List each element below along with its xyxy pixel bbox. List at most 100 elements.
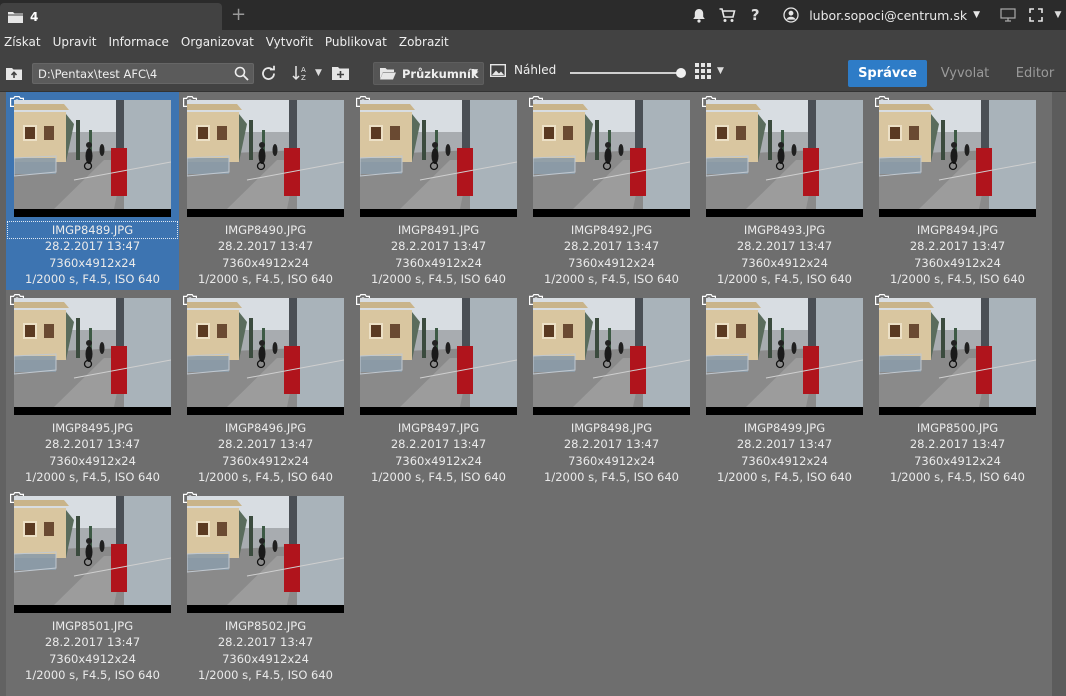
file-name: IMGP8500.JPG xyxy=(916,421,999,435)
user-icon[interactable] xyxy=(777,0,805,30)
thumbnail-item[interactable]: IMGP8500.JPG 28.2.2017 13:47 7360x4912x2… xyxy=(871,290,1044,488)
thumbnail-item[interactable]: IMGP8497.JPG 28.2.2017 13:47 7360x4912x2… xyxy=(352,290,525,488)
help-icon[interactable]: ? xyxy=(741,0,769,30)
thumbnail-image[interactable] xyxy=(533,100,690,217)
path-field[interactable]: D:\Pentax\test AFC\4 xyxy=(32,63,254,84)
file-name: IMGP8498.JPG xyxy=(570,421,653,435)
thumbnail-info: IMGP8493.JPG 28.2.2017 13:47 7360x4912x2… xyxy=(698,222,871,287)
image-dimensions: 7360x4912x24 xyxy=(914,453,1001,468)
grid-layout-button[interactable]: ▼ xyxy=(695,63,724,79)
exif-info: 1/2000 s, F4.5, ISO 640 xyxy=(717,271,852,286)
preview-toggle[interactable]: Náhled xyxy=(490,63,556,77)
tab-folder-4[interactable]: 4 xyxy=(0,3,222,30)
thumbnail-image[interactable] xyxy=(187,298,344,415)
menu-zobrazit[interactable]: Zobrazit xyxy=(399,35,449,49)
image-dimensions: 7360x4912x24 xyxy=(49,453,136,468)
bell-icon[interactable] xyxy=(685,0,713,30)
thumbnail-image[interactable] xyxy=(533,298,690,415)
svg-text:A: A xyxy=(301,66,306,74)
sort-button[interactable]: AZ ▼ xyxy=(290,54,324,92)
thumbnail-item[interactable]: IMGP8489.JPG 28.2.2017 13:47 7360x4912x2… xyxy=(6,92,179,290)
thumbnail-image[interactable] xyxy=(706,298,863,415)
menu-publikovat[interactable]: Publikovat xyxy=(325,35,387,49)
thumbnail-image[interactable] xyxy=(360,100,517,217)
thumbnail-item[interactable]: IMGP8492.JPG 28.2.2017 13:47 7360x4912x2… xyxy=(525,92,698,290)
image-icon xyxy=(490,63,506,77)
exif-info: 1/2000 s, F4.5, ISO 640 xyxy=(25,469,160,484)
image-dimensions: 7360x4912x24 xyxy=(741,453,828,468)
thumbnail-item[interactable]: IMGP8502.JPG 28.2.2017 13:47 7360x4912x2… xyxy=(179,488,352,686)
thumbnail-item[interactable]: IMGP8501.JPG 28.2.2017 13:47 7360x4912x2… xyxy=(6,488,179,686)
tab-label: 4 xyxy=(30,9,39,24)
mode-editor-button[interactable]: Editor xyxy=(1004,60,1066,87)
thumbnail-image[interactable] xyxy=(14,298,171,415)
thumbnail-item[interactable]: IMGP8494.JPG 28.2.2017 13:47 7360x4912x2… xyxy=(871,92,1044,290)
grid-icon xyxy=(695,63,711,79)
svg-text:Z: Z xyxy=(301,74,306,81)
menu-upravit[interactable]: Upravit xyxy=(53,35,97,49)
thumbnail-zoom-slider[interactable] xyxy=(570,68,686,78)
thumbnail-image[interactable] xyxy=(879,298,1036,415)
exif-info: 1/2000 s, F4.5, ISO 640 xyxy=(198,469,333,484)
zoom-slider-handle[interactable] xyxy=(675,68,686,78)
thumbnail-item[interactable]: IMGP8495.JPG 28.2.2017 13:47 7360x4912x2… xyxy=(6,290,179,488)
thumbnail-info: IMGP8492.JPG 28.2.2017 13:47 7360x4912x2… xyxy=(525,222,698,287)
thumbnail-image[interactable] xyxy=(187,100,344,217)
file-name: IMGP8493.JPG xyxy=(743,223,826,237)
menu-informace[interactable]: Informace xyxy=(108,35,168,49)
thumbnail-info: IMGP8494.JPG 28.2.2017 13:47 7360x4912x2… xyxy=(871,222,1044,287)
file-date: 28.2.2017 13:47 xyxy=(909,239,1006,254)
file-date: 28.2.2017 13:47 xyxy=(390,437,487,452)
thumbnail-image[interactable] xyxy=(187,496,344,613)
mode-manager-button[interactable]: Správce xyxy=(848,60,927,87)
thumbnail-image[interactable] xyxy=(879,100,1036,217)
thumbnail-image[interactable] xyxy=(14,496,171,613)
search-icon[interactable] xyxy=(234,66,249,81)
fullscreen-icon[interactable] xyxy=(1022,0,1050,30)
thumbnail-item[interactable]: IMGP8491.JPG 28.2.2017 13:47 7360x4912x2… xyxy=(352,92,525,290)
exif-info: 1/2000 s, F4.5, ISO 640 xyxy=(544,271,679,286)
fullscreen-chevron-icon[interactable]: ▼ xyxy=(1050,0,1066,30)
file-name: IMGP8497.JPG xyxy=(397,421,480,435)
file-name: IMGP8501.JPG xyxy=(51,619,134,633)
thumbnail-item[interactable]: IMGP8496.JPG 28.2.2017 13:47 7360x4912x2… xyxy=(179,290,352,488)
thumbnail-info: IMGP8490.JPG 28.2.2017 13:47 7360x4912x2… xyxy=(179,222,352,287)
monitor-icon[interactable] xyxy=(994,0,1022,30)
thumbnail-info: IMGP8495.JPG 28.2.2017 13:47 7360x4912x2… xyxy=(6,420,179,485)
view-mode-dropdown[interactable]: Průzkumník ▼ xyxy=(373,62,484,85)
chevron-down-icon: ▼ xyxy=(471,68,478,78)
file-name: IMGP8499.JPG xyxy=(743,421,826,435)
refresh-button[interactable] xyxy=(258,54,278,92)
new-tab-button[interactable]: + xyxy=(231,5,246,25)
thumbnail-info: IMGP8502.JPG 28.2.2017 13:47 7360x4912x2… xyxy=(179,618,352,683)
thumbnail-info: IMGP8497.JPG 28.2.2017 13:47 7360x4912x2… xyxy=(352,420,525,485)
preview-label: Náhled xyxy=(514,63,557,77)
thumbnail-image[interactable] xyxy=(14,100,171,217)
mode-develop-button[interactable]: Vyvolat xyxy=(930,60,1000,87)
menu-vytvorit[interactable]: Vytvořit xyxy=(266,35,313,49)
exif-info: 1/2000 s, F4.5, ISO 640 xyxy=(25,271,160,286)
up-folder-button[interactable] xyxy=(4,54,24,92)
thumbnail-image[interactable] xyxy=(706,100,863,217)
thumbnail-image[interactable] xyxy=(360,298,517,415)
new-folder-button[interactable] xyxy=(330,54,350,92)
vertical-scrollbar[interactable] xyxy=(1052,92,1066,696)
file-name: IMGP8494.JPG xyxy=(916,223,999,237)
user-account-menu[interactable]: lubor.sopoci@centrum.sk ▼ xyxy=(809,8,980,23)
file-name: IMGP8496.JPG xyxy=(224,421,307,435)
user-email: lubor.sopoci@centrum.sk xyxy=(809,7,968,23)
image-dimensions: 7360x4912x24 xyxy=(49,651,136,666)
thumbnail-item[interactable]: IMGP8490.JPG 28.2.2017 13:47 7360x4912x2… xyxy=(179,92,352,290)
thumbnail-item[interactable]: IMGP8499.JPG 28.2.2017 13:47 7360x4912x2… xyxy=(698,290,871,488)
file-date: 28.2.2017 13:47 xyxy=(44,239,141,254)
image-dimensions: 7360x4912x24 xyxy=(395,255,482,270)
menu-organizovat[interactable]: Organizovat xyxy=(181,35,254,49)
thumbnail-item[interactable]: IMGP8498.JPG 28.2.2017 13:47 7360x4912x2… xyxy=(525,290,698,488)
thumbnail-item[interactable]: IMGP8493.JPG 28.2.2017 13:47 7360x4912x2… xyxy=(698,92,871,290)
exif-info: 1/2000 s, F4.5, ISO 640 xyxy=(198,271,333,286)
file-date: 28.2.2017 13:47 xyxy=(44,635,141,650)
exif-info: 1/2000 s, F4.5, ISO 640 xyxy=(371,469,506,484)
cart-icon[interactable] xyxy=(713,0,741,30)
view-mode-label: Průzkumník xyxy=(402,66,479,81)
menu-ziskat[interactable]: Získat xyxy=(4,35,41,49)
